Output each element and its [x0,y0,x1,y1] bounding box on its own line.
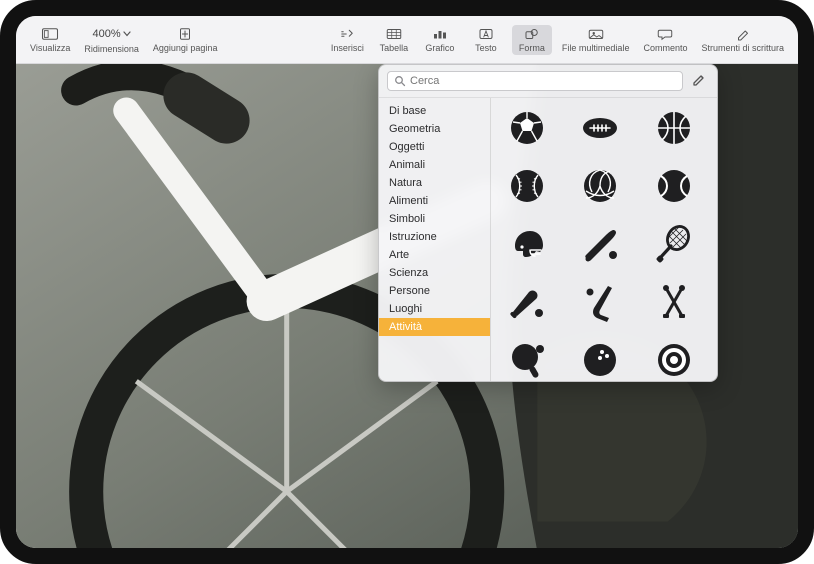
media-label: File multimediale [562,43,630,53]
shape-category-item[interactable]: Persone [379,282,490,300]
shape-category-item[interactable]: Istruzione [379,228,490,246]
table-icon [385,27,403,41]
chevron-down-icon [123,28,131,40]
shape-category-item[interactable]: Alimenti [379,192,490,210]
shape-search-input[interactable] [410,75,676,87]
shape-category-item[interactable]: Animali [379,156,490,174]
text-icon [477,27,495,41]
shape-baseball-bat[interactable] [574,222,626,266]
shape-ski-poles[interactable] [648,280,700,324]
shape-tennis-ball[interactable] [648,164,700,208]
view-button[interactable]: Visualizza [26,25,74,55]
shape-label: Forma [519,43,545,53]
insert-button[interactable]: Inserisci [327,25,368,55]
view-label: Visualizza [30,43,70,53]
writing-tools-icon [734,27,752,41]
shape-baseball[interactable] [501,164,553,208]
shape-soccer-ball[interactable] [501,106,553,150]
writing-tools-button[interactable]: Strumenti di scrittura [697,25,788,55]
shape-category-item[interactable]: Oggetti [379,138,490,156]
add-page-icon [176,27,194,41]
comment-icon [656,27,674,41]
shape-tennis-racket[interactable] [648,222,700,266]
table-button[interactable]: Tabella [374,25,414,55]
pencil-icon [692,72,706,91]
shape-basketball[interactable] [648,106,700,150]
shape-bowling-ball[interactable] [574,338,626,381]
shape-category-item[interactable]: Scienza [379,264,490,282]
shape-grid-container[interactable] [491,98,717,381]
media-icon [587,27,605,41]
zoom-dropdown[interactable]: 400% Ridimensiona [80,24,143,56]
zoom-value: 400% [93,28,121,40]
shape-hockey-stick[interactable] [574,280,626,324]
writing-tools-label: Strumenti di scrittura [701,43,784,53]
chart-icon [431,27,449,41]
shape-category-item[interactable]: Natura [379,174,490,192]
shape-popover: Di baseGeometriaOggettiAnimaliNaturaAlim… [378,64,718,382]
shape-category-list[interactable]: Di baseGeometriaOggettiAnimaliNaturaAlim… [379,98,491,381]
media-button[interactable]: File multimediale [558,25,634,55]
shape-search-field[interactable] [387,71,683,91]
comment-button[interactable]: Commento [639,25,691,55]
shape-category-item[interactable]: Di base [379,102,490,120]
shape-category-item[interactable]: Geometria [379,120,490,138]
shape-cricket-bat[interactable] [501,280,553,324]
shape-category-item[interactable]: Luoghi [379,300,490,318]
view-icon [41,27,59,41]
shape-button[interactable]: Forma [512,25,552,55]
shape-ping-pong[interactable] [501,338,553,381]
add-page-label: Aggiungi pagina [153,43,218,53]
shape-popover-header [379,65,717,98]
shape-popover-body: Di baseGeometriaOggettiAnimaliNaturaAlim… [379,98,717,381]
shape-category-item[interactable]: Simboli [379,210,490,228]
insert-icon [338,27,356,41]
insert-label: Inserisci [331,43,364,53]
text-button[interactable]: Testo [466,25,506,55]
shape-football[interactable] [574,106,626,150]
comment-label: Commento [643,43,687,53]
shape-category-item[interactable]: Arte [379,246,490,264]
app-window: Visualizza 400% Ridimensiona Aggiungi pa… [16,16,798,548]
add-page-button[interactable]: Aggiungi pagina [149,25,222,55]
edit-shapes-button[interactable] [689,71,709,91]
shape-target[interactable] [648,338,700,381]
shape-category-item[interactable]: Attività [379,318,490,336]
shape-football-helmet[interactable] [501,222,553,266]
shape-icon [523,27,541,41]
resize-label: Ridimensiona [84,44,139,54]
canvas[interactable]: Di baseGeometriaOggettiAnimaliNaturaAlim… [16,64,798,548]
chart-label: Grafico [425,43,454,53]
shape-volleyball[interactable] [574,164,626,208]
toolbar: Visualizza 400% Ridimensiona Aggiungi pa… [16,16,798,64]
search-icon [394,75,406,87]
chart-button[interactable]: Grafico [420,25,460,55]
device-frame: Visualizza 400% Ridimensiona Aggiungi pa… [0,0,814,564]
text-label: Testo [475,43,497,53]
table-label: Tabella [380,43,409,53]
